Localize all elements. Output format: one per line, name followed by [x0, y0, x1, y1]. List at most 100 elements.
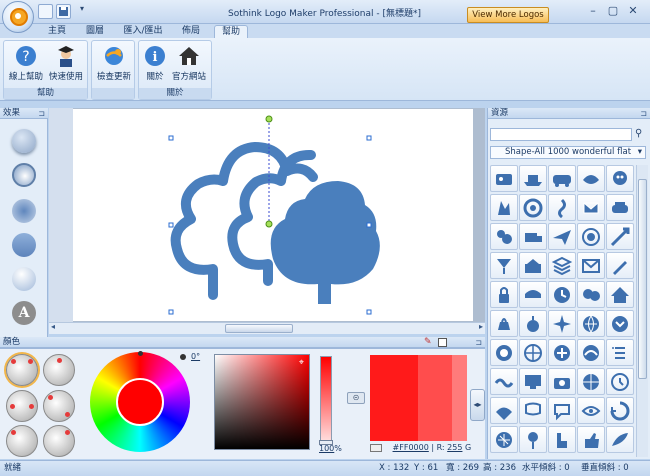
color-mode-dropdown-icon[interactable] — [370, 443, 382, 452]
effect-text-icon[interactable]: A — [12, 301, 36, 325]
effect-reflection-button[interactable] — [12, 233, 36, 257]
shape-item[interactable] — [490, 426, 518, 453]
shape-item[interactable] — [490, 281, 518, 308]
gradient-diamond-button[interactable] — [43, 425, 75, 457]
shape-item[interactable] — [606, 310, 634, 337]
shape-item[interactable] — [490, 165, 518, 192]
shape-item[interactable] — [519, 194, 547, 221]
effect-gloss-button[interactable] — [12, 267, 36, 291]
opacity-slider[interactable] — [319, 356, 333, 445]
shape-item[interactable] — [548, 252, 576, 279]
angle-value[interactable]: 0° — [191, 352, 200, 361]
app-menu-button[interactable] — [2, 1, 34, 33]
resource-search-input[interactable] — [490, 128, 632, 141]
saturation-value-picker[interactable]: ⌖ — [214, 354, 310, 450]
gradient-linear-button[interactable] — [6, 354, 38, 386]
effect-shadow-button[interactable] — [12, 129, 36, 153]
hue-wheel[interactable] — [90, 352, 190, 452]
shape-item[interactable] — [548, 165, 576, 192]
resources-scroll-thumb[interactable] — [638, 179, 647, 379]
shape-item[interactable] — [577, 368, 605, 395]
restore-icon[interactable]: ▢ — [606, 4, 620, 18]
tab-layers[interactable]: 圖層 — [78, 25, 112, 38]
shape-item[interactable] — [548, 223, 576, 250]
scrollbar-thumb[interactable] — [225, 324, 293, 333]
shape-item[interactable] — [606, 397, 634, 424]
no-fill-icon[interactable] — [438, 338, 447, 347]
shape-item[interactable] — [577, 426, 605, 453]
online-help-button[interactable]: ? 線上幫助 — [6, 45, 46, 85]
shape-item[interactable] — [548, 426, 576, 453]
pivot-handle[interactable] — [265, 220, 273, 228]
check-update-button[interactable]: 檢查更新 — [94, 45, 134, 85]
shape-item[interactable] — [490, 339, 518, 366]
shape-item[interactable] — [548, 194, 576, 221]
shape-item[interactable] — [548, 397, 576, 424]
shape-item[interactable] — [577, 165, 605, 192]
resource-category-select[interactable]: Shape-All 1000 wonderful flat ▾ — [490, 146, 646, 159]
shape-item[interactable] — [577, 281, 605, 308]
shape-item[interactable] — [577, 310, 605, 337]
shape-item[interactable] — [519, 165, 547, 192]
shape-item[interactable] — [519, 310, 547, 337]
gradient-reflect-button[interactable] — [43, 390, 75, 422]
shape-item[interactable] — [490, 397, 518, 424]
view-more-logos-button[interactable]: View More Logos — [467, 7, 549, 23]
eyedropper-icon[interactable]: ✎ — [424, 337, 432, 348]
shape-item[interactable] — [606, 223, 634, 250]
canvas-horizontal-scrollbar[interactable]: ◂ ▸ — [49, 322, 485, 334]
opacity-value[interactable]: 100 — [319, 444, 334, 453]
shape-item[interactable] — [490, 252, 518, 279]
shape-item[interactable] — [577, 339, 605, 366]
minimize-icon[interactable]: – — [586, 4, 600, 18]
close-icon[interactable]: ✕ — [626, 4, 640, 18]
tab-layout[interactable]: 佈局 — [174, 25, 208, 38]
shape-item[interactable] — [606, 368, 634, 395]
shape-item[interactable] — [490, 368, 518, 395]
shape-item[interactable] — [548, 310, 576, 337]
hex-value[interactable]: #FF0000 — [393, 443, 429, 452]
shape-item[interactable] — [519, 252, 547, 279]
shape-item[interactable] — [577, 252, 605, 279]
shape-item[interactable] — [519, 397, 547, 424]
pin-icon[interactable]: ⊐ — [38, 108, 45, 119]
shape-item[interactable] — [606, 252, 634, 279]
effect-bevel-button[interactable] — [12, 163, 36, 187]
tab-help[interactable]: 幫助 — [214, 25, 248, 38]
shape-item[interactable] — [577, 223, 605, 250]
tab-import-export[interactable]: 匯入/匯出 — [118, 25, 168, 38]
link-colors-button[interactable]: ⊝ — [347, 392, 365, 404]
gradient-conic-button[interactable] — [6, 390, 38, 422]
shape-item[interactable] — [519, 339, 547, 366]
effect-glow-button[interactable] — [12, 199, 36, 223]
resources-vertical-scrollbar[interactable] — [636, 165, 648, 457]
shape-item[interactable] — [519, 368, 547, 395]
shape-item[interactable] — [548, 339, 576, 366]
tab-home[interactable]: 主頁 — [40, 25, 74, 38]
scroll-left-icon[interactable]: ◂ — [51, 322, 55, 331]
shape-item[interactable] — [606, 194, 634, 221]
shape-item[interactable] — [577, 397, 605, 424]
save-icon[interactable] — [56, 4, 71, 19]
gradient-square-button[interactable] — [6, 425, 38, 457]
hue-wheel-handle[interactable] — [138, 351, 143, 356]
shape-item[interactable] — [548, 368, 576, 395]
shape-item[interactable] — [519, 426, 547, 453]
official-website-button[interactable]: 官方網站 — [169, 45, 209, 85]
shape-item[interactable] — [606, 426, 634, 453]
shape-item[interactable] — [606, 165, 634, 192]
search-icon[interactable]: ⚲ — [635, 128, 642, 139]
quick-access-dropdown-icon[interactable]: ▾ — [80, 4, 84, 13]
logo-artwork[interactable] — [73, 109, 473, 321]
new-file-icon[interactable] — [38, 4, 53, 19]
rotation-handle[interactable] — [265, 115, 273, 123]
pin-icon[interactable]: ⊐ — [640, 108, 647, 119]
scroll-right-icon[interactable]: ▸ — [479, 322, 483, 331]
panel-splitter-toggle[interactable]: ◂▸ — [470, 389, 485, 421]
shape-item[interactable] — [606, 281, 634, 308]
shape-item[interactable] — [490, 310, 518, 337]
shape-item[interactable] — [519, 281, 547, 308]
shape-item[interactable] — [577, 194, 605, 221]
quick-start-button[interactable]: 快速使用 — [46, 45, 86, 85]
shape-item[interactable] — [490, 223, 518, 250]
